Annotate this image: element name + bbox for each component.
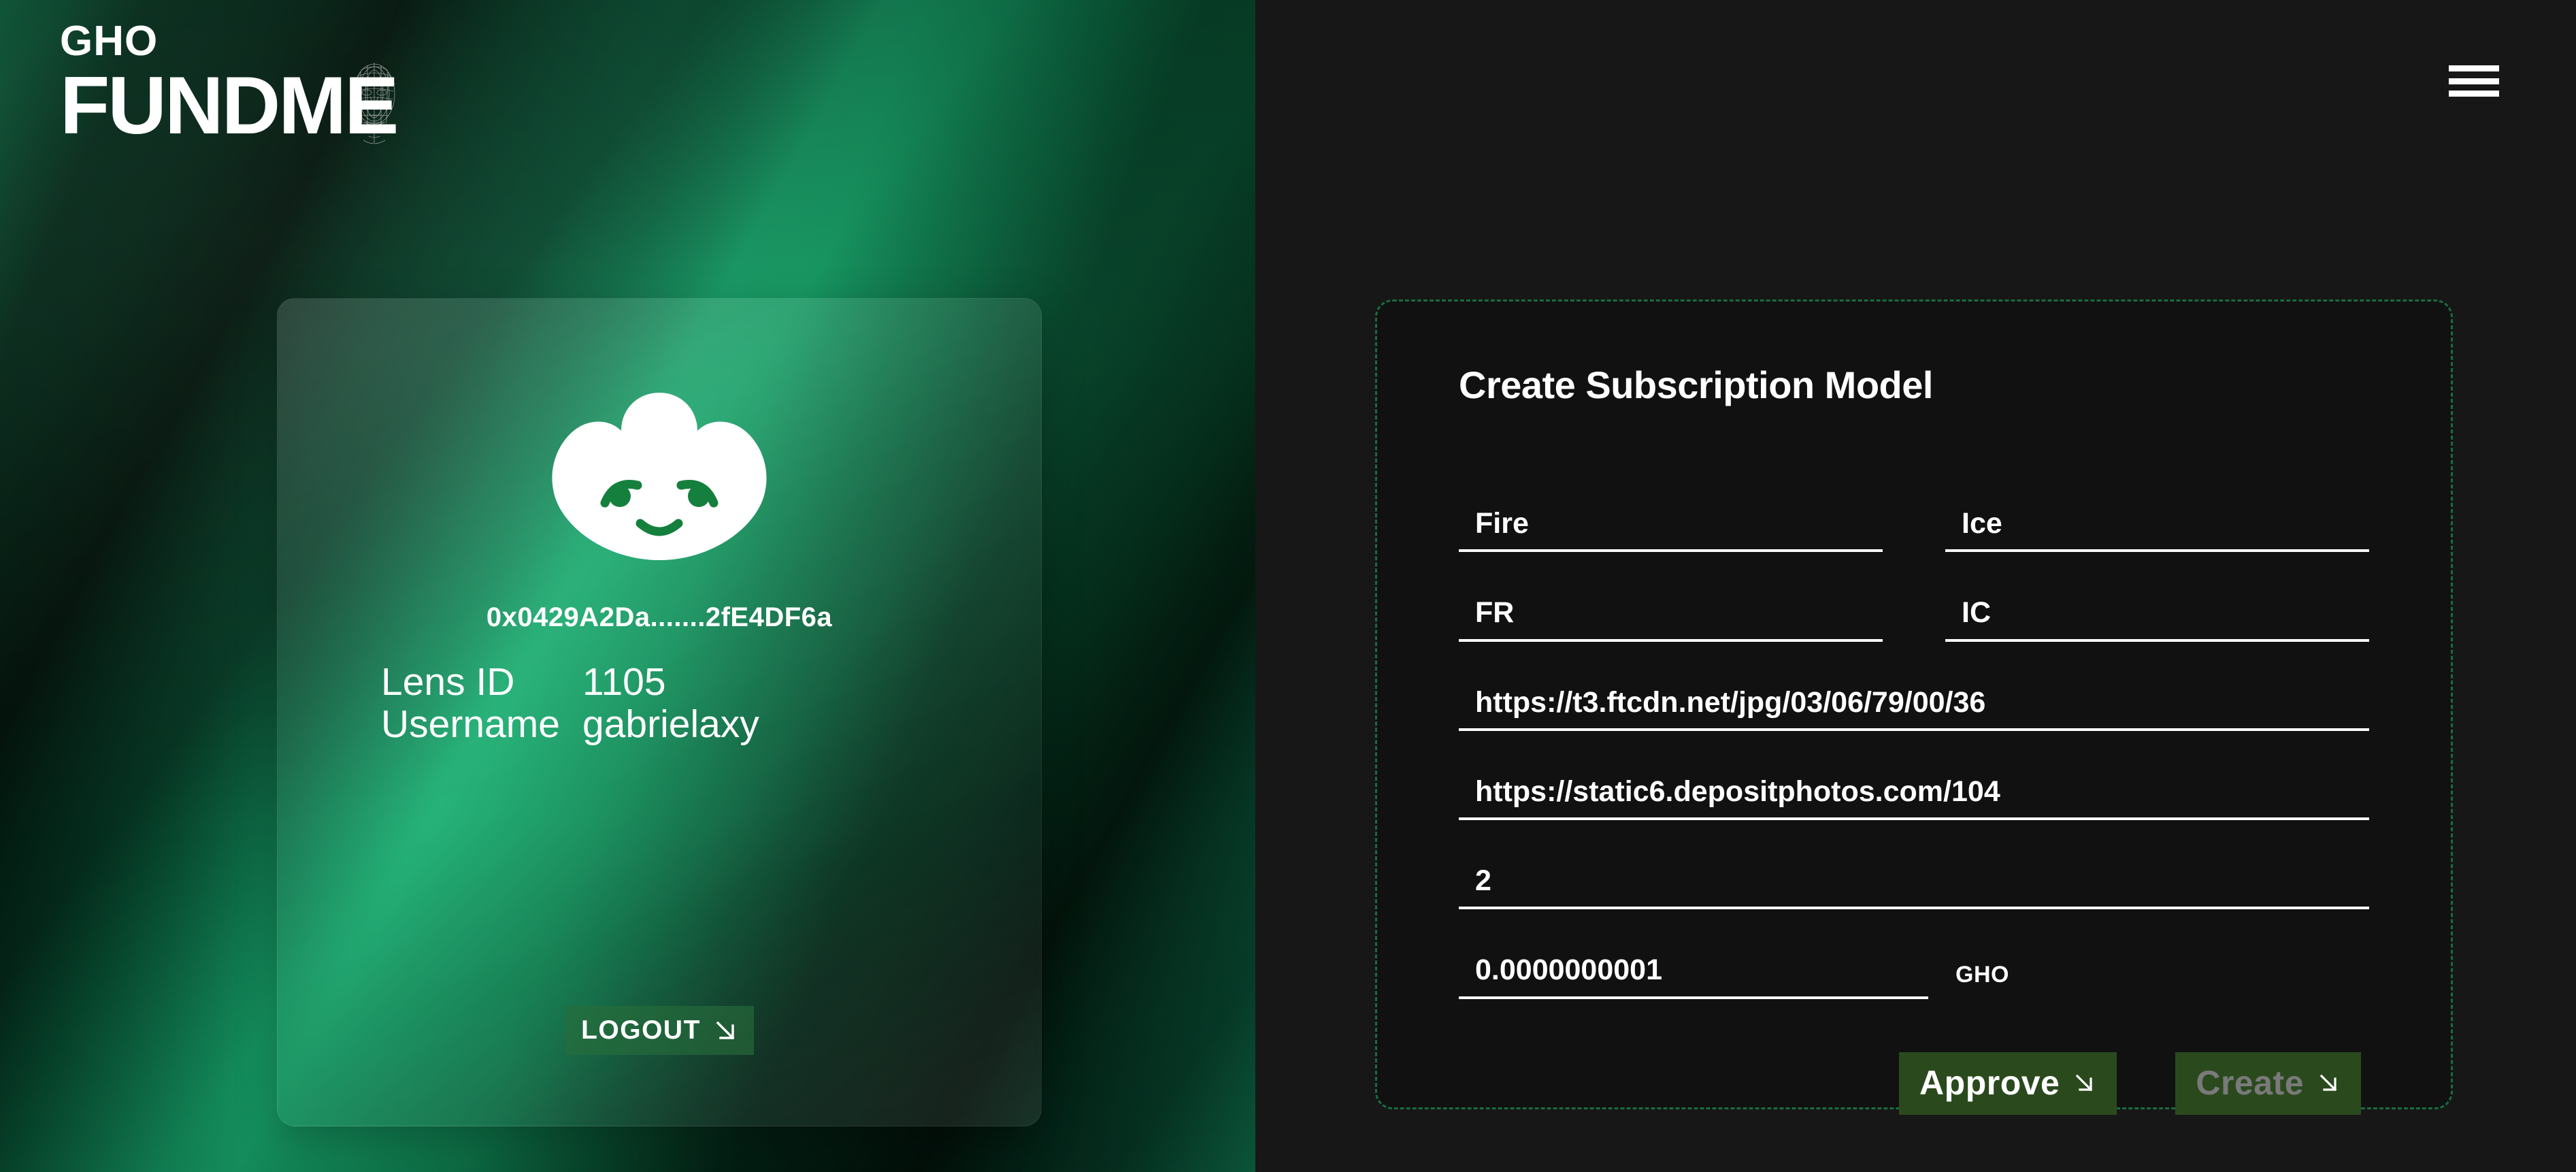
field-name-fire: [1459, 508, 1883, 553]
image-url-1-row: [1459, 686, 2369, 731]
profile-card: 0x0429A2Da.......2fE4DF6a Lens ID 1105 U…: [277, 298, 1042, 1126]
cloud-face-avatar-icon: [552, 393, 767, 560]
hamburger-bar-1: [2449, 65, 2499, 71]
username-value: gabrielaxy: [582, 702, 759, 747]
logout-button-label: LOGOUT: [581, 1015, 701, 1045]
field-name-ice: [1945, 508, 2369, 553]
logout-button-wrap: LOGOUT: [565, 1006, 754, 1055]
arrow-down-right-icon: [716, 1021, 735, 1040]
field-image-url-2: [1459, 775, 2369, 821]
quantity-row: [1459, 865, 2369, 910]
name-fire-input[interactable]: [1459, 508, 1883, 553]
arrow-down-right-icon: [2076, 1074, 2093, 1092]
profile-info-table: Lens ID 1105 Username gabrielaxy: [278, 662, 1041, 745]
logout-button[interactable]: LOGOUT: [565, 1006, 754, 1055]
field-symbol-fr: [1459, 597, 1883, 642]
field-symbol-ic: [1945, 597, 2369, 642]
username-label: Username: [381, 702, 560, 747]
field-image-url-1: [1459, 686, 2369, 731]
lens-id-label: Lens ID: [381, 660, 515, 704]
approve-button[interactable]: Approve: [1899, 1052, 2117, 1115]
lens-id-value: 1105: [582, 660, 666, 704]
arrow-down-right-icon: [2319, 1074, 2337, 1092]
form-title: Create Subscription Model: [1459, 363, 1933, 406]
name-ice-input[interactable]: [1945, 508, 2369, 553]
right-dark-panel: Create Subscription Model Fire Ice FR IC…: [1255, 0, 2576, 1172]
symbol-field-row: [1459, 597, 2369, 642]
amount-input[interactable]: [1459, 954, 1928, 999]
amount-row: GHO: [1459, 954, 2369, 999]
field-amount: [1459, 954, 1928, 999]
approve-button-label: Approve: [1919, 1063, 2060, 1102]
symbol-fr-input[interactable]: [1459, 597, 1883, 642]
left-green-panel: GHO FUNDME 0x0429A2Da.......2fE4DF6a Len…: [0, 0, 1255, 1172]
image-url-2-input[interactable]: [1459, 775, 2369, 821]
form-actions: Approve Create: [1459, 1052, 2369, 1115]
brand-logo: GHO FUNDME: [60, 20, 399, 151]
create-subscription-form-panel: Create Subscription Model Fire Ice FR IC…: [1375, 299, 2453, 1115]
token-symbol-label: GHO: [1955, 961, 2009, 988]
name-field-row: [1459, 508, 2369, 553]
app-root: GHO FUNDME 0x0429A2Da.......2fE4DF6a Len…: [0, 0, 2576, 1172]
create-button-label: Create: [2196, 1063, 2304, 1102]
image-url-2-row: [1459, 775, 2369, 821]
brand-main-line-wrap: FUNDME: [60, 60, 399, 151]
create-button[interactable]: Create: [2175, 1052, 2361, 1115]
symbol-ic-input[interactable]: [1945, 597, 2369, 642]
hamburger-menu-icon[interactable]: [2449, 65, 2499, 97]
field-quantity: [1459, 865, 2369, 910]
hamburger-bar-3: [2449, 91, 2499, 97]
wallet-address: 0x0429A2Da.......2fE4DF6a: [486, 602, 833, 632]
image-url-1-input[interactable]: [1459, 686, 2369, 731]
hamburger-bar-2: [2449, 78, 2499, 84]
brand-main-line: FUNDME: [60, 60, 399, 151]
quantity-input[interactable]: [1459, 865, 2369, 910]
